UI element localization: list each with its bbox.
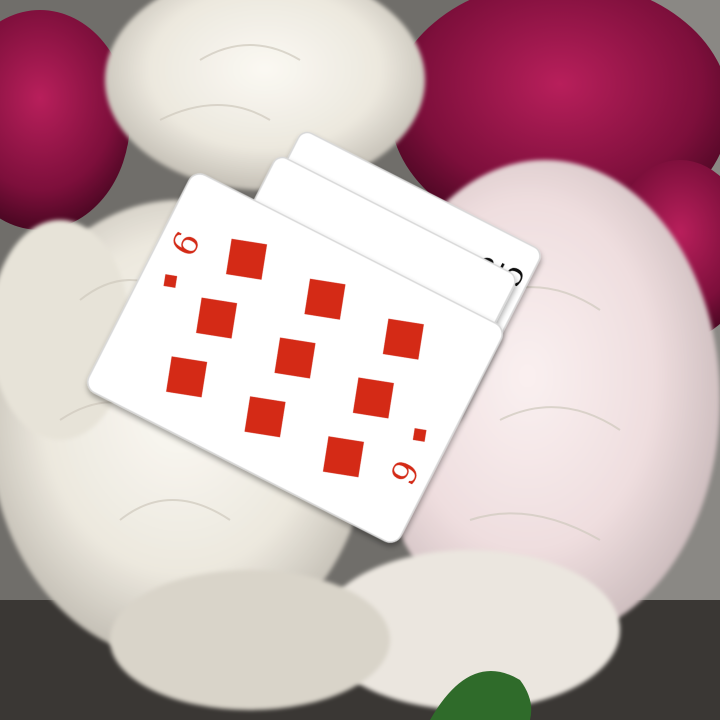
diamond-pip xyxy=(382,318,424,360)
scene: 5 ♠ 5 ♦ 9 9 xyxy=(0,0,720,720)
diamond-pip xyxy=(352,377,395,419)
diamond-pip xyxy=(225,238,268,280)
diamond-pip xyxy=(304,278,346,320)
diamond-pip xyxy=(322,436,365,478)
corner-diamond-left xyxy=(163,274,178,288)
diamond-pip xyxy=(195,297,238,339)
diamond-pip xyxy=(244,396,286,438)
corner-diamond-right xyxy=(412,428,427,442)
diamond-pip xyxy=(274,337,316,379)
diamond-pip xyxy=(166,356,208,398)
